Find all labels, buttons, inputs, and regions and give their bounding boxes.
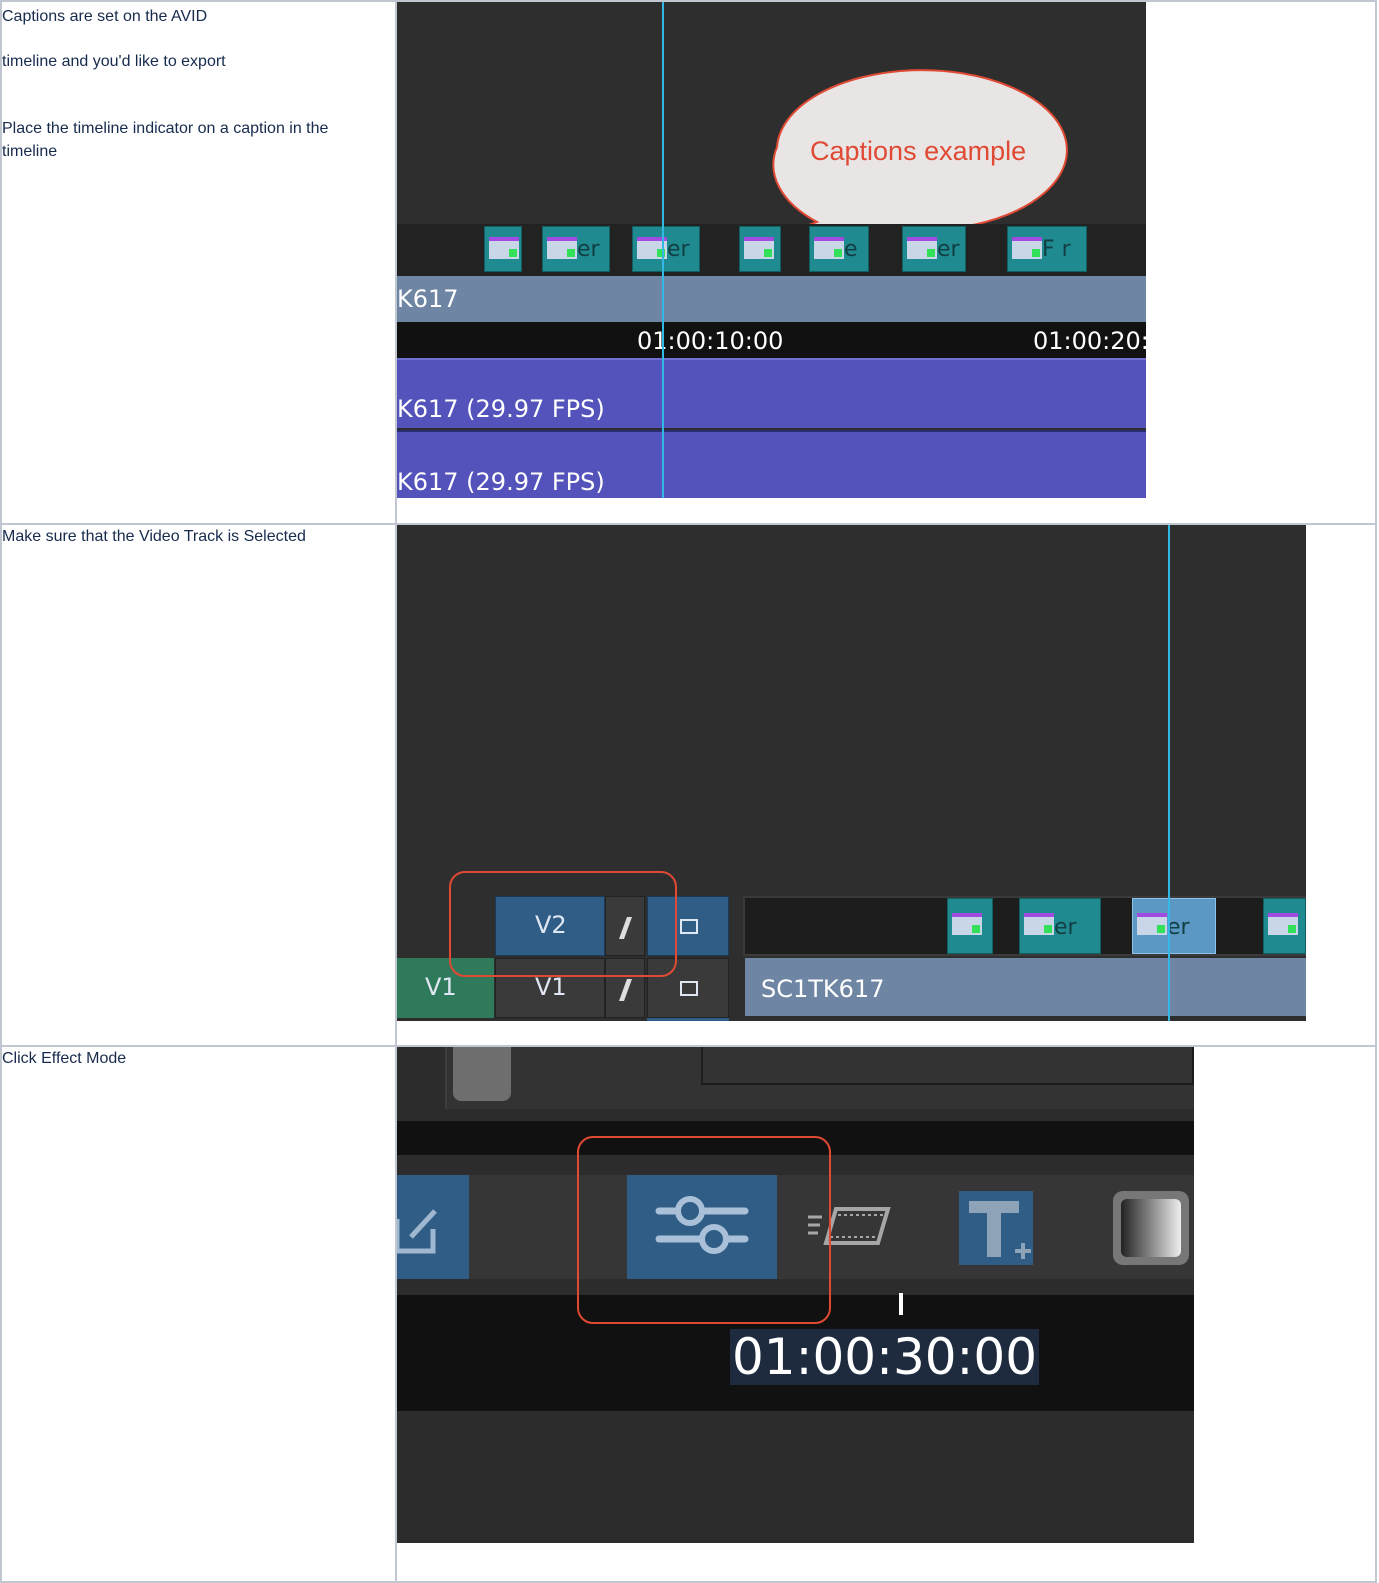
- instruction-text: timeline and you'd like to export: [2, 53, 226, 70]
- timecode-label: 01:00:10:00: [637, 327, 784, 355]
- avid-timeline-screenshot: Captions example er er e er F r K617 01:…: [397, 2, 1146, 498]
- step-row-1: Captions are set on the AVID timeline an…: [0, 0, 1377, 525]
- title-tool-icon: [969, 1201, 1031, 1259]
- edit-button[interactable]: [397, 1175, 469, 1279]
- caption-clip[interactable]: er: [542, 226, 610, 272]
- caption-clip[interactable]: [484, 226, 522, 272]
- step-row-2: Make sure that the Video Track is Select…: [0, 523, 1377, 1047]
- timecode-display: 01:00:30:00: [730, 1328, 1040, 1386]
- steps-table: Captions are set on the AVID timeline an…: [0, 0, 1377, 1583]
- timeline-playhead[interactable]: [1168, 525, 1170, 1021]
- video-clip[interactable]: [397, 276, 1146, 322]
- instruction-text: Captions are set on the AVID: [2, 8, 208, 25]
- avid-effect-mode-screenshot: 01:00:30:00: [397, 1047, 1194, 1543]
- callout-text: Captions example: [810, 136, 1027, 166]
- caption-icon: [489, 237, 519, 259]
- effect-mode-highlight: [577, 1136, 831, 1324]
- instruction-text: Place the timeline indicator on a captio…: [2, 120, 329, 160]
- timecode-label: 01:00:20:0: [1033, 327, 1146, 355]
- caption-clip[interactable]: [739, 226, 781, 272]
- edit-icon: [397, 1209, 437, 1254]
- timeline-playhead[interactable]: [662, 2, 664, 498]
- caption-clip[interactable]: F r: [1007, 226, 1087, 272]
- video-clip-name: SC1TK617: [761, 975, 885, 1003]
- gradient-button[interactable]: [1113, 1191, 1189, 1265]
- caption-clip[interactable]: er: [902, 226, 966, 272]
- step-instructions: Captions are set on the AVID timeline an…: [0, 0, 397, 525]
- step-row-3: Click Effect Mode 01:00:30:00: [0, 1045, 1377, 1583]
- gradient-icon: [1121, 1199, 1181, 1257]
- instruction-text: Click Effect Mode: [2, 1050, 127, 1067]
- caption-clip[interactable]: er: [1019, 898, 1101, 954]
- title-tool-button[interactable]: [959, 1191, 1033, 1265]
- caption-icon: [952, 913, 982, 935]
- instruction-text: Make sure that the Video Track is Select…: [2, 528, 306, 545]
- caption-icon: [547, 237, 577, 259]
- ruler-tick: [899, 1293, 903, 1315]
- scroll-handle[interactable]: [453, 1047, 511, 1101]
- caption-clip[interactable]: [947, 898, 993, 954]
- sequence-track-label: K617 (29.97 FPS): [397, 395, 605, 423]
- caption-icon: [907, 237, 937, 259]
- step-instructions: Make sure that the Video Track is Select…: [0, 523, 397, 1047]
- track-strip-bottom: [647, 1018, 729, 1021]
- monitor-icon: [680, 981, 698, 996]
- avid-track-selector-screenshot: V2 V1 V1 er er SC1TK617: [397, 525, 1306, 1021]
- caption-icon: [1268, 913, 1298, 935]
- caption-clip[interactable]: [1263, 898, 1306, 954]
- caption-icon: [1137, 913, 1167, 935]
- slash-icon: [618, 979, 633, 1001]
- step-screenshot-cell: V2 V1 V1 er er SC1TK617: [395, 523, 1377, 1047]
- caption-icon: [744, 237, 774, 259]
- panel-frame: [701, 1047, 1194, 1085]
- caption-icon: [814, 237, 844, 259]
- step-screenshot-cell: 01:00:30:00: [395, 1045, 1377, 1583]
- step-screenshot-cell: Captions example er er e er F r K617 01:…: [395, 0, 1377, 525]
- sequence-track-label: K617 (29.97 FPS): [397, 468, 605, 496]
- v2-selection-highlight: [449, 871, 677, 977]
- monitor-icon: [680, 919, 698, 934]
- caption-clip[interactable]: er: [1132, 898, 1216, 954]
- caption-icon: [1024, 913, 1054, 935]
- video-clip-name: K617: [397, 285, 459, 313]
- track-v1-source-label: V1: [425, 973, 457, 1001]
- caption-clip[interactable]: e: [809, 226, 869, 272]
- caption-clip[interactable]: er: [632, 226, 700, 272]
- track-v1-record-label: V1: [535, 973, 567, 1001]
- caption-icon: [1012, 237, 1042, 259]
- step-instructions: Click Effect Mode: [0, 1045, 397, 1583]
